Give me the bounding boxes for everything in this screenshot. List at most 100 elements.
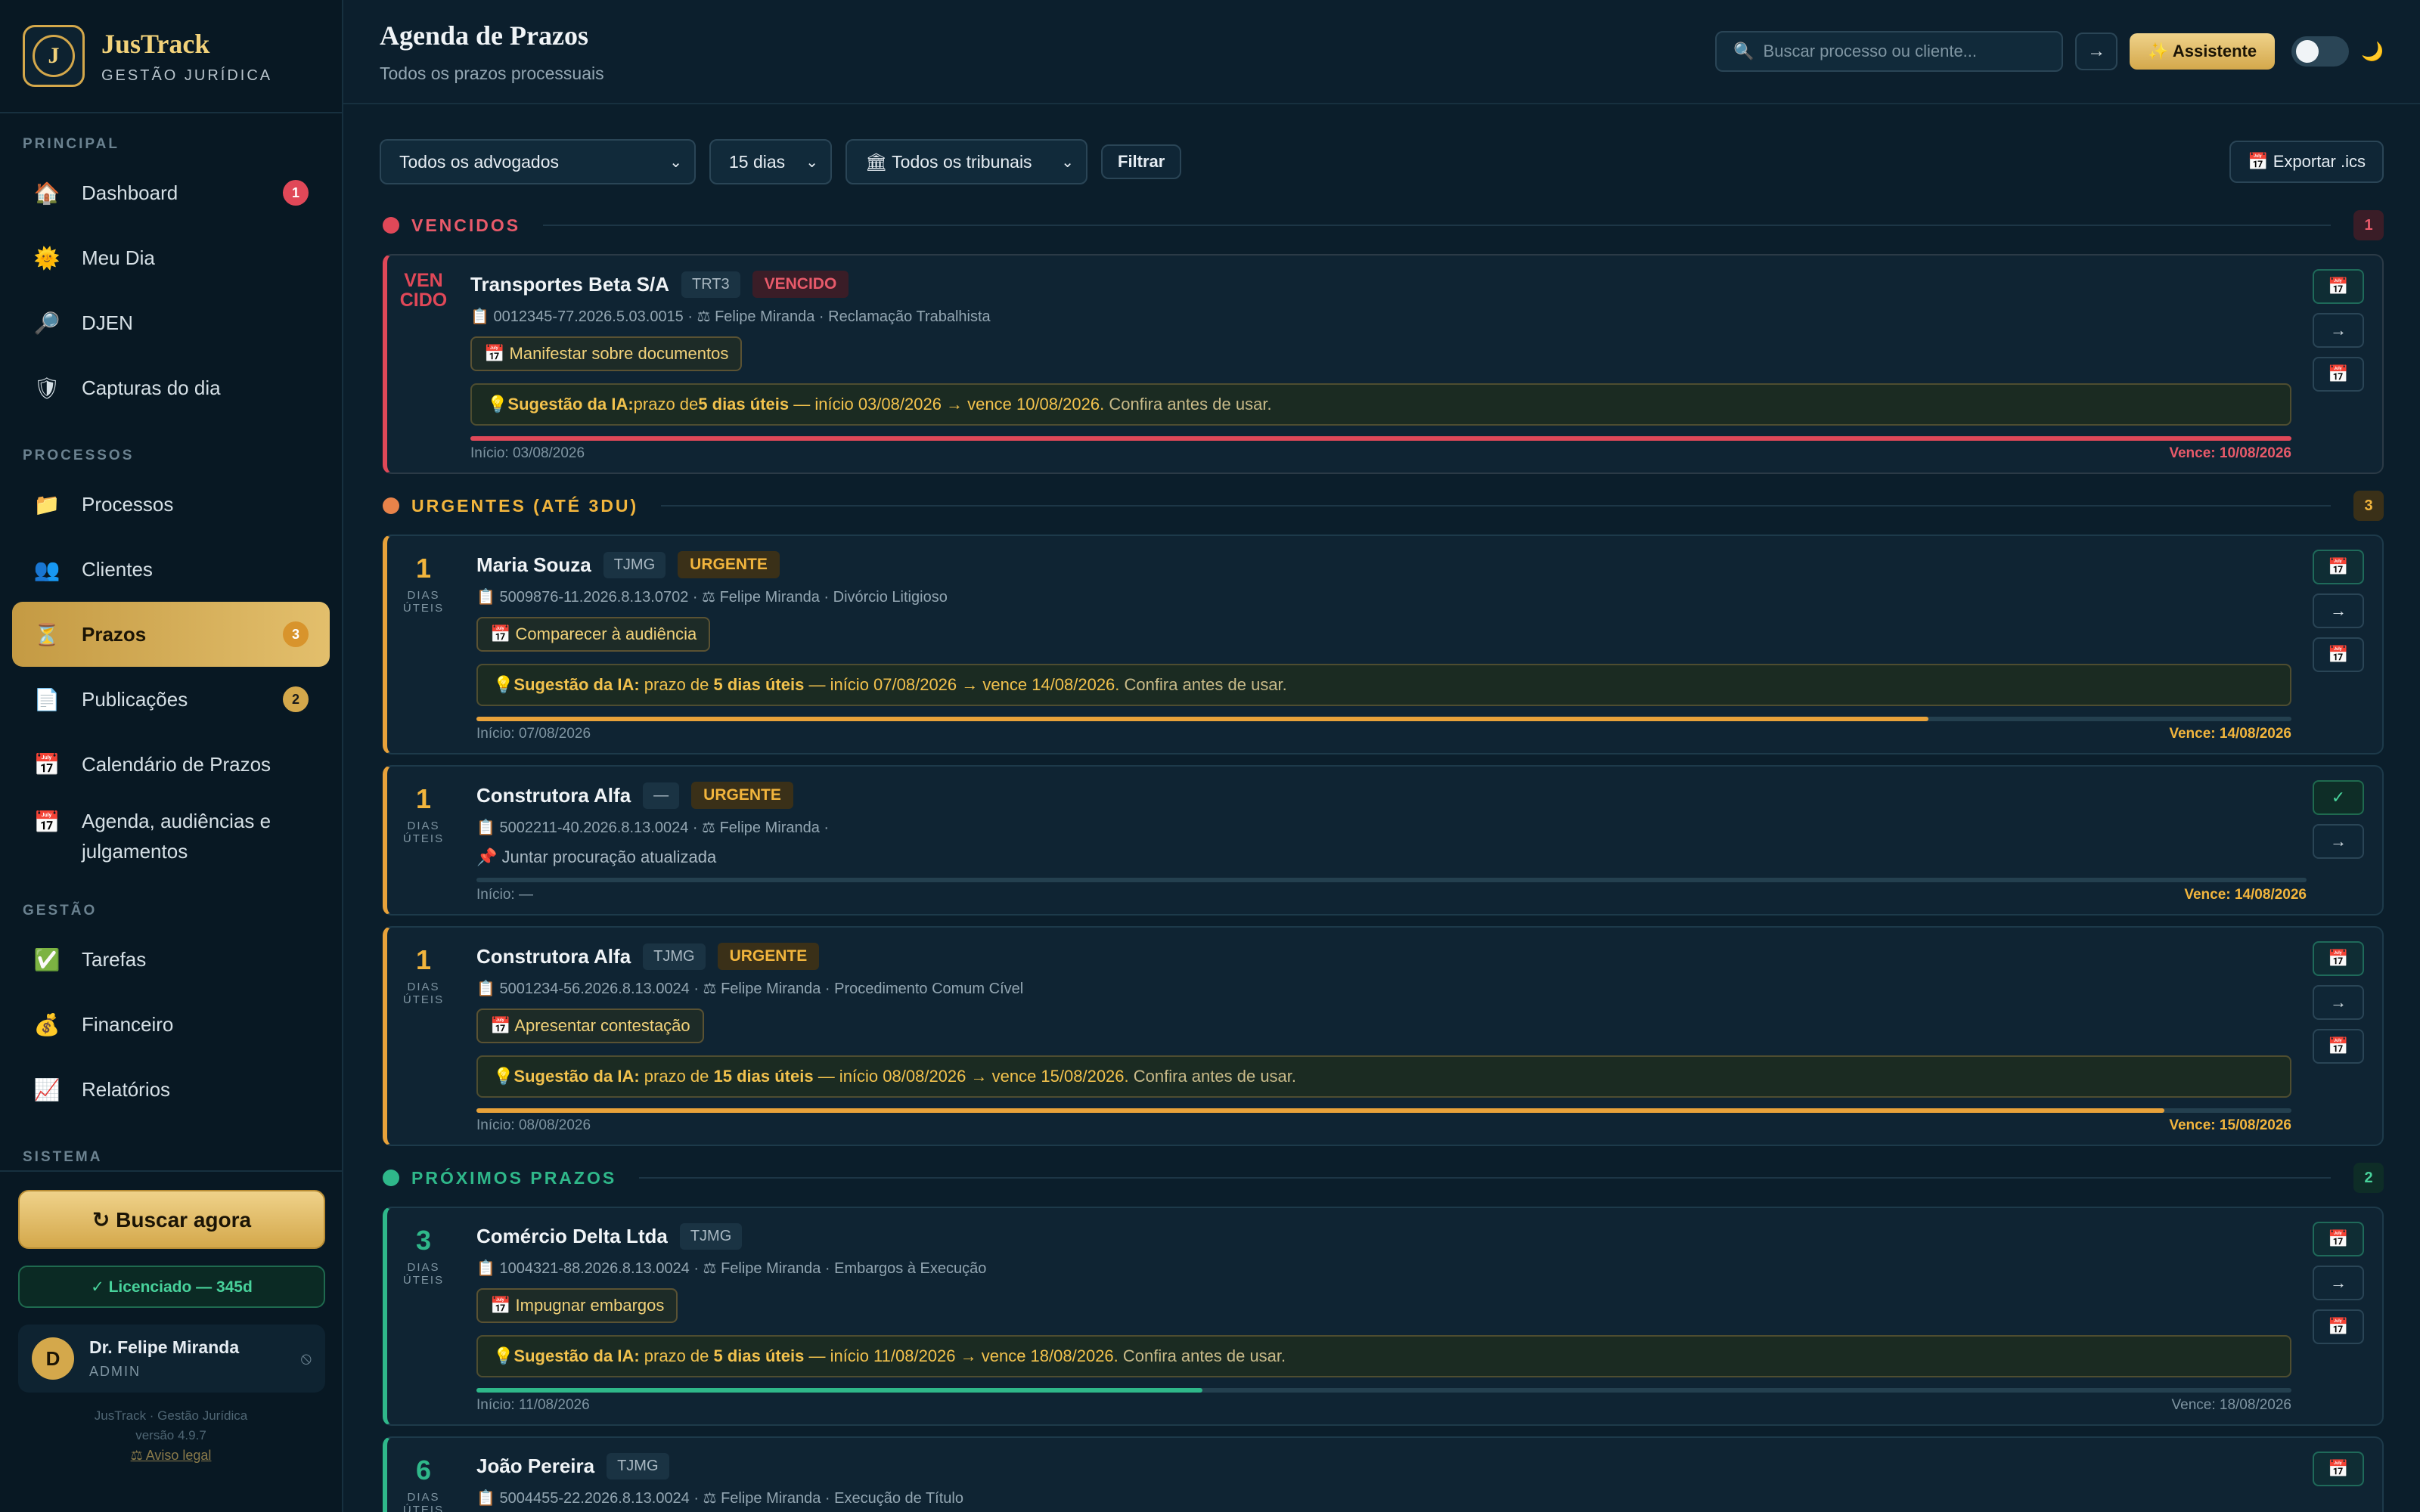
logout-icon[interactable]: ⦸: [301, 1349, 312, 1368]
client-name[interactable]: Maria Souza: [476, 553, 591, 577]
progress-fill: [476, 717, 1928, 721]
sidebar-item-meu-dia[interactable]: 🌞 Meu Dia: [12, 225, 330, 290]
ai-days: 15 dias úteis: [713, 1067, 814, 1086]
open-arrow-button[interactable]: →: [2313, 313, 2364, 348]
users-icon: 👥: [33, 557, 60, 581]
ai-dates: — início 11/08/2026 → vence 18/08/2026.: [804, 1346, 1118, 1365]
deadline-card[interactable]: VEN CIDO Transportes Beta S/A TRT3 VENCID…: [383, 254, 2384, 474]
deadline-card[interactable]: 1 DIAS ÚTEIS Construtora Alfa — URGENTE …: [383, 765, 2384, 916]
court-badge: TJMG: [603, 551, 666, 578]
brand: J JusTrack GESTÃO JURÍDICA: [0, 0, 342, 113]
days-indicator: 1 DIAS ÚTEIS: [396, 783, 451, 845]
client-name[interactable]: Construtora Alfa: [476, 784, 631, 807]
status-dot: [383, 217, 399, 234]
section-count: 3: [2353, 491, 2384, 521]
section-label: PRÓXIMOS PRAZOS: [411, 1167, 617, 1188]
sidebar-item-clientes[interactable]: 👥 Clientes: [12, 537, 330, 602]
sidebar-item-label: Dashboard: [82, 181, 178, 204]
days-count: 3: [415, 1225, 432, 1256]
sidebar-item-label: Tarefas: [82, 947, 147, 971]
sidebar-item-capturas[interactable]: 🛡 Capturas do dia: [12, 355, 330, 420]
due-date: Vence: 15/08/2026: [2169, 1117, 2291, 1133]
ai-text: prazo de: [633, 395, 699, 414]
task-chip[interactable]: 📅 Manifestar sobre documentos: [470, 336, 743, 371]
calendar-icon[interactable]: 📅: [2313, 637, 2364, 672]
task-icon[interactable]: 📅: [2313, 941, 2364, 976]
progress-fill: [476, 1388, 1202, 1393]
section-vencidos: VENCIDOS 1: [343, 207, 2420, 243]
card-actions: 📅 → 📅: [2313, 1222, 2364, 1344]
task-chip[interactable]: 📅 Comparecer à audiência: [476, 617, 711, 652]
days-label: DIAS ÚTEIS: [402, 1261, 445, 1287]
open-arrow-button[interactable]: →: [2313, 593, 2364, 628]
client-name[interactable]: Comércio Delta Ltda: [476, 1225, 668, 1248]
calendar-icon[interactable]: 📅: [2313, 1309, 2364, 1344]
sidebar-item-calendario[interactable]: 📅 Calendário de Prazos: [12, 732, 330, 797]
document-icon: 📄: [33, 687, 60, 711]
open-arrow-button[interactable]: →: [2313, 1266, 2364, 1300]
days-label: DIAS ÚTEIS: [402, 1491, 445, 1512]
sidebar-item-financeiro[interactable]: 💰 Financeiro: [12, 992, 330, 1057]
shield-icon: 🛡: [33, 376, 60, 400]
search-go-button[interactable]: →: [2075, 33, 2118, 70]
sidebar-item-label: DJEN: [82, 311, 133, 334]
calendar-icon[interactable]: 📅: [2313, 1029, 2364, 1064]
status-badge: VENCIDO: [752, 271, 849, 298]
nav-section-label: PROCESSOS: [23, 448, 135, 463]
sidebar-item-publicacoes[interactable]: 📄 Publicações 2: [12, 667, 330, 732]
avatar: D: [32, 1337, 74, 1380]
check-icon[interactable]: ✓: [2313, 780, 2364, 815]
money-bag-icon: 💰: [33, 1012, 60, 1036]
sidebar-item-processos[interactable]: 📁 Processos: [12, 472, 330, 537]
ai-label: Sugestão da IA:: [513, 1067, 640, 1086]
overdue-tag: VEN CIDO: [399, 270, 448, 311]
period-select[interactable]: 15 dias ⌄: [709, 139, 832, 184]
buscar-agora-button[interactable]: ↻ Buscar agora: [18, 1190, 325, 1249]
open-arrow-button[interactable]: →: [2313, 824, 2364, 859]
sidebar-item-tarefas[interactable]: ✅ Tarefas: [12, 927, 330, 992]
task-chip[interactable]: 📅 Impugnar embargos: [476, 1288, 678, 1323]
notification-badge: 3: [283, 621, 309, 647]
lightbulb-icon: 💡: [487, 395, 508, 414]
sidebar-item-prazos[interactable]: ⏳ Prazos 3: [12, 602, 330, 667]
deadline-card[interactable]: 1 DIAS ÚTEIS Construtora Alfa TJMG URGEN…: [383, 926, 2384, 1146]
client-name[interactable]: Construtora Alfa: [476, 945, 631, 968]
lawyer-select[interactable]: Todos os advogados ⌄: [380, 139, 696, 184]
task-icon[interactable]: 📅: [2313, 1222, 2364, 1256]
chevron-down-icon: ⌄: [805, 153, 818, 171]
search-input[interactable]: 🔍 Buscar processo ou cliente...: [1715, 31, 2064, 72]
client-name[interactable]: Transportes Beta S/A: [470, 273, 669, 296]
task-icon[interactable]: 📅: [2313, 269, 2364, 304]
ai-dates: — início 07/08/2026 → vence 14/08/2026.: [804, 675, 1120, 694]
footer-app-name: JusTrack · Gestão Jurídica: [94, 1408, 248, 1423]
calendar-icon[interactable]: 📅: [2313, 357, 2364, 392]
legal-notice-link[interactable]: ⚖ Aviso legal: [18, 1445, 324, 1465]
deadline-card[interactable]: 1 DIAS ÚTEIS Maria Souza TJMG URGENTE 📋 …: [383, 534, 2384, 754]
open-arrow-button[interactable]: →: [2313, 985, 2364, 1020]
filter-button[interactable]: Filtrar: [1101, 144, 1182, 179]
user-card[interactable]: D Dr. Felipe Miranda ADMIN ⦸: [18, 1325, 325, 1393]
due-date: Vence: 14/08/2026: [2169, 726, 2291, 742]
sidebar-item-dashboard[interactable]: 🏠 Dashboard 1: [12, 160, 330, 225]
sidebar-item-agenda[interactable]: 📅 Agenda, audiências e julgamentos: [12, 797, 330, 875]
process-meta: 📋 5009876-11.2026.8.13.0702 · ⚖ Felipe M…: [476, 589, 948, 606]
task-icon[interactable]: 📅: [2313, 1452, 2364, 1486]
theme-toggle[interactable]: [2291, 36, 2350, 67]
ai-disclaimer: Confira antes de usar.: [1128, 1067, 1297, 1086]
days-count: 1: [415, 944, 432, 975]
export-ics-button[interactable]: 📅 Exportar .ics: [2229, 141, 2384, 183]
brand-name: JusTrack: [101, 28, 210, 59]
task-chip[interactable]: 📅 Apresentar contestação: [476, 1009, 704, 1043]
court-select[interactable]: 🏛 Todos os tribunais ⌄: [845, 139, 1087, 184]
sidebar-item-djen[interactable]: 🔎 DJEN: [12, 290, 330, 355]
client-name[interactable]: João Pereira: [476, 1455, 594, 1478]
deadline-card[interactable]: 3 DIAS ÚTEIS Comércio Delta Ltda TJMG 📋 …: [383, 1207, 2384, 1426]
logo[interactable]: J: [23, 25, 85, 87]
task-icon[interactable]: 📅: [2313, 550, 2364, 584]
moon-icon: 🌙: [2361, 41, 2384, 62]
assistant-button[interactable]: ✨ Assistente: [2130, 33, 2276, 70]
nav-section-gestao: GESTÃO ✅ Tarefas 💰 Financeiro 📈 Relatóri…: [0, 903, 342, 1166]
ai-days: 5 dias úteis: [698, 395, 790, 414]
deadline-card[interactable]: 6 DIAS ÚTEIS João Pereira TJMG 📋 5004455…: [383, 1436, 2384, 1512]
sidebar-item-relatorios[interactable]: 📈 Relatórios: [12, 1057, 330, 1122]
